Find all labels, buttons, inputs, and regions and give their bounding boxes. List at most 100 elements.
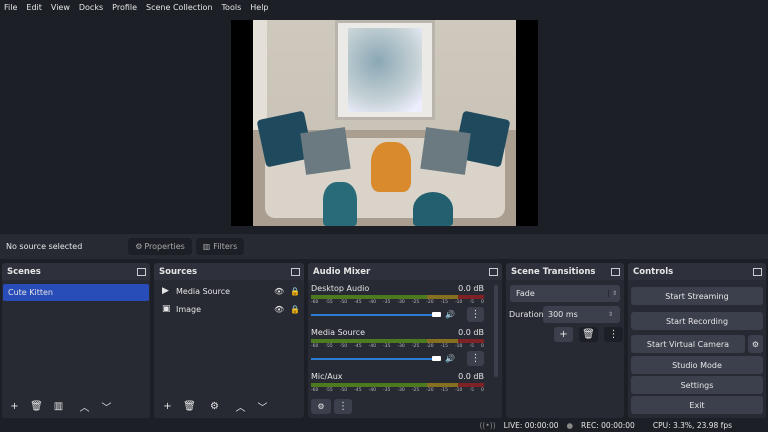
menu-docks[interactable]: Docks — [79, 3, 103, 12]
volume-slider[interactable] — [311, 355, 442, 363]
meter-tick: 0 — [481, 388, 484, 393]
play-icon: ▶ — [162, 286, 169, 296]
start-virtual-camera-button[interactable]: Start Virtual Camera — [631, 335, 745, 353]
meter-tick: -10 — [455, 388, 463, 393]
menu-scene-collection[interactable]: Scene Collection — [146, 3, 213, 12]
rec-status: REC: 00:00:00 — [581, 420, 635, 430]
meter-tick: -35 — [383, 300, 391, 305]
slider-handle[interactable] — [432, 356, 442, 361]
float-icon[interactable] — [611, 267, 620, 276]
channel-name: Desktop Audio — [311, 284, 370, 293]
menu-file[interactable]: File — [4, 3, 17, 12]
dock-title: Scenes — [7, 266, 41, 277]
add-transition-button[interactable]: + — [554, 327, 573, 342]
meter-tick: -50 — [339, 388, 348, 393]
chevron-down-icon: ﹀ — [101, 403, 112, 414]
remove-transition-button[interactable]: 🗑 — [579, 327, 598, 342]
scene-item[interactable]: Cute Kitten — [3, 284, 149, 301]
preview-area[interactable] — [0, 14, 768, 232]
speaker-icon[interactable]: 🔊 — [445, 354, 455, 363]
float-icon[interactable] — [753, 267, 762, 276]
menu-edit[interactable]: Edit — [26, 3, 42, 12]
meter-tick: -55 — [325, 388, 333, 393]
meter-tick: -20 — [426, 300, 434, 305]
start-recording-button[interactable]: Start Recording — [631, 312, 763, 330]
dock-title: Controls — [633, 266, 674, 277]
menu-tools[interactable]: Tools — [222, 3, 242, 12]
source-item[interactable]: ▣ Image 👁 🔒 — [154, 300, 304, 318]
advanced-audio-button[interactable]: ⚙ — [311, 399, 331, 414]
meter-tick: -5 — [469, 344, 474, 349]
duration-input[interactable]: 300 ms ⇕ — [543, 306, 620, 323]
scene-filters-button[interactable]: ▥ — [49, 399, 68, 414]
dock-title: Audio Mixer — [313, 266, 371, 277]
settings-button[interactable]: Settings — [631, 376, 763, 394]
channel-menu-button[interactable]: ⋮ — [467, 351, 484, 366]
chevron-down-icon: ﹀ — [257, 403, 268, 414]
exit-button[interactable]: Exit — [631, 396, 763, 414]
meter-tick: -25 — [411, 344, 420, 349]
meter-tick: -30 — [397, 300, 405, 305]
channel-db: 0.0 dB — [458, 372, 484, 381]
float-icon[interactable] — [137, 267, 146, 276]
move-up-button[interactable]: ︿ — [75, 399, 94, 414]
preview-canvas[interactable] — [231, 20, 538, 226]
trash-icon: 🗑 — [582, 329, 595, 340]
meter-tick: -10 — [455, 300, 463, 305]
move-up-button[interactable]: ︿ — [231, 399, 250, 414]
meter-tick: -60 — [311, 344, 319, 349]
remove-scene-button[interactable]: 🗑 — [27, 399, 46, 414]
menu-help[interactable]: Help — [250, 3, 268, 12]
remove-source-button[interactable]: 🗑 — [180, 399, 199, 414]
chevron-up-icon: ︿ — [235, 403, 246, 414]
audio-channel: Media Source 0.0 dB -60 -55 -50 -45 -40 -35 -30… — [311, 328, 484, 366]
image-icon: ▣ — [162, 304, 171, 314]
meter-tick: -35 — [383, 344, 391, 349]
volume-slider[interactable] — [311, 311, 442, 319]
move-down-button[interactable]: ﹀ — [253, 399, 272, 414]
meter-tick: -60 — [311, 300, 319, 305]
meter-tick: -45 — [354, 300, 362, 305]
gear-icon: ⚙ — [135, 242, 143, 251]
slider-handle[interactable] — [432, 312, 442, 317]
add-source-button[interactable]: + — [158, 399, 177, 414]
menu-profile[interactable]: Profile — [112, 3, 137, 12]
gear-icon: ⚙ — [751, 339, 760, 349]
gear-icon: ⚙ — [210, 401, 219, 412]
mixer-scrollbar[interactable] — [494, 285, 498, 377]
dock-title: Scene Transitions — [511, 266, 596, 277]
eye-icon[interactable]: 👁 — [274, 287, 290, 296]
float-icon[interactable] — [291, 267, 300, 276]
meter-tick: -25 — [411, 388, 420, 393]
studio-mode-button[interactable]: Studio Mode — [631, 356, 763, 374]
source-properties-button[interactable]: ⚙ — [205, 399, 224, 414]
channel-menu-button[interactable]: ⋮ — [467, 307, 484, 322]
chevron-up-icon: ︿ — [79, 403, 90, 414]
speaker-icon[interactable]: 🔊 — [445, 310, 455, 319]
dock-title: Sources — [159, 266, 198, 277]
float-icon[interactable] — [489, 267, 498, 276]
meter-tick: -30 — [397, 388, 405, 393]
meter-tick: -40 — [368, 344, 376, 349]
transition-select[interactable]: Fade ⇕ — [510, 285, 620, 302]
transition-menu-button[interactable]: ⋮ — [604, 327, 623, 342]
add-scene-button[interactable]: + — [5, 399, 24, 414]
start-streaming-button[interactable]: Start Streaming — [631, 287, 763, 305]
meter-tick: -5 — [469, 388, 474, 393]
lock-icon[interactable]: 🔒 — [290, 287, 304, 296]
mixer-menu-button[interactable]: ⋮ — [334, 399, 352, 414]
properties-button[interactable]: ⚙ Properties — [128, 238, 192, 255]
spinner-icon[interactable]: ⇕ — [608, 311, 620, 318]
status-bar: ((•)) LIVE: 00:00:00 ● REC: 00:00:00 CPU… — [0, 418, 768, 432]
meter-tick: -15 — [440, 388, 449, 393]
source-item[interactable]: ▶ Media Source 👁 🔒 — [154, 282, 304, 300]
duration-label: Duration — [509, 310, 544, 319]
trash-icon: 🗑 — [30, 401, 43, 412]
lock-icon[interactable]: 🔒 — [290, 305, 304, 314]
menu-view[interactable]: View — [51, 3, 70, 12]
move-down-button[interactable]: ﹀ — [97, 399, 116, 414]
filters-button[interactable]: ▥ Filters — [196, 238, 244, 255]
eye-icon[interactable]: 👁 — [274, 305, 290, 314]
virtual-camera-settings-button[interactable]: ⚙ — [748, 335, 763, 353]
audio-mixer-dock: Audio Mixer Desktop Audio 0.0 dB -60 -55 -5… — [308, 263, 502, 418]
